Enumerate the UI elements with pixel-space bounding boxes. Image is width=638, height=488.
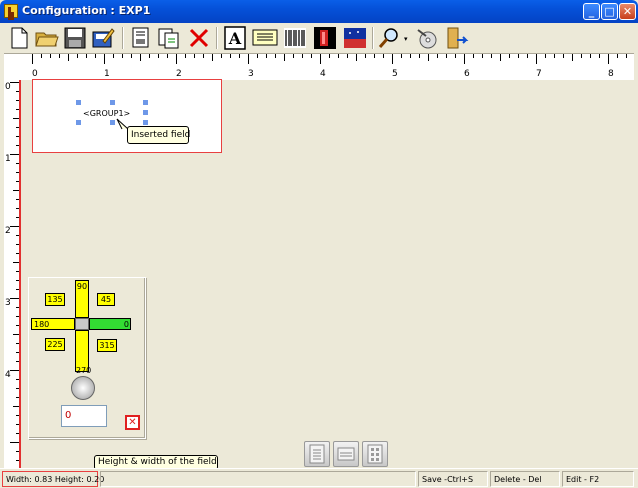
- toolbar-separator: [372, 27, 373, 49]
- exit-button[interactable]: [444, 25, 470, 51]
- ruler-label: 0: [32, 69, 38, 79]
- landscape-icon: [344, 28, 366, 48]
- rotate-270-button[interactable]: 270: [75, 330, 91, 375]
- page-lines-icon: [309, 444, 325, 464]
- inserted-field-tooltip: Inserted field: [127, 126, 190, 144]
- print-config-button[interactable]: [90, 25, 116, 51]
- red-x-icon: [189, 28, 209, 48]
- new-file-icon: [11, 27, 28, 49]
- zoom-button[interactable]: [376, 25, 402, 51]
- rotation-value-input[interactable]: 0: [61, 405, 107, 427]
- floppy-disk-icon: [64, 27, 86, 49]
- selection-handle[interactable]: [110, 120, 115, 125]
- tools-button[interactable]: [414, 25, 440, 51]
- rotate-180-button[interactable]: 180: [31, 318, 75, 330]
- ruler-label: 1: [5, 154, 11, 164]
- status-save: Save -Ctrl+S: [418, 471, 488, 487]
- ruler-label: 2: [176, 69, 182, 79]
- title-bar: Configuration : EXP1 _ □ ✕: [0, 0, 638, 23]
- delete-button[interactable]: [186, 25, 212, 51]
- margin-line: [19, 80, 21, 472]
- close-rotation-icon[interactable]: ✕: [125, 415, 140, 430]
- ruler-label: 0: [5, 82, 11, 92]
- ruler-label: 8: [608, 69, 614, 79]
- cd-disc-icon: [417, 29, 437, 49]
- selection-handle[interactable]: [143, 100, 148, 105]
- status-bar: Width: 0.83 Height: 0.20 Save -Ctrl+S De…: [0, 468, 638, 488]
- view-grid-button[interactable]: [362, 441, 388, 467]
- selection-handle[interactable]: [76, 120, 81, 125]
- rotate-315-button[interactable]: 315: [97, 339, 117, 352]
- copy-button[interactable]: [156, 25, 182, 51]
- barcode-field-button[interactable]: [282, 25, 308, 51]
- barcode-icon: [284, 28, 306, 48]
- status-delete: Delete - Del: [490, 471, 560, 487]
- exit-door-icon: [447, 27, 469, 49]
- ruler-label: 5: [392, 69, 398, 79]
- new-file-button[interactable]: [6, 25, 32, 51]
- zoom-dropdown-arrow-icon[interactable]: ▾: [404, 35, 408, 43]
- text-field-button[interactable]: A: [222, 25, 248, 51]
- ruler-label: 4: [320, 69, 326, 79]
- image-field-button[interactable]: [312, 25, 338, 51]
- view-label-button[interactable]: [333, 441, 359, 467]
- rotate-45-button[interactable]: 45: [97, 293, 115, 306]
- rotate-225-button[interactable]: 225: [45, 338, 65, 351]
- ruler-label: 3: [248, 69, 254, 79]
- window-title: Configuration : EXP1: [22, 4, 151, 17]
- magnifier-icon: [378, 28, 398, 48]
- save-button[interactable]: [62, 25, 88, 51]
- app-icon: [4, 4, 18, 18]
- close-button[interactable]: ✕: [619, 3, 636, 20]
- graphic-field-button[interactable]: [342, 25, 368, 51]
- disk-edit-icon: [92, 28, 115, 48]
- image-icon: [314, 27, 336, 49]
- ruler-label: 3: [5, 298, 11, 308]
- rotation-panel: 90 270 180 0 135 45 225 315 0 ✕: [28, 277, 146, 439]
- status-edit: Edit - F2: [562, 471, 634, 487]
- svg-text:A: A: [228, 29, 242, 48]
- rotation-center: [75, 318, 89, 330]
- selection-handle[interactable]: [110, 100, 115, 105]
- rotation-knob-icon[interactable]: [71, 376, 95, 400]
- horizontal-ruler: 0 1 2 3 4 5 6 7 8: [4, 54, 634, 81]
- label-icon: [337, 447, 355, 461]
- group-field[interactable]: <GROUP1>: [83, 109, 130, 118]
- text-a-icon: A: [224, 26, 246, 50]
- ruler-label: 1: [104, 69, 110, 79]
- selection-handle[interactable]: [76, 100, 81, 105]
- toolbar-separator: [216, 27, 217, 49]
- ruler-label: 2: [5, 226, 11, 236]
- rotate-90-button[interactable]: 90: [75, 280, 89, 318]
- paragraph-field-button[interactable]: [252, 25, 278, 51]
- minimize-button[interactable]: _: [583, 3, 600, 20]
- ruler-label: 6: [464, 69, 470, 79]
- folder-open-icon: [35, 32, 59, 47]
- ruler-label: 7: [536, 69, 542, 79]
- copy-pages-icon: [158, 28, 179, 49]
- maximize-button[interactable]: □: [601, 3, 618, 20]
- rotate-0-button[interactable]: 0: [89, 318, 131, 330]
- toolbar-separator: [122, 27, 123, 49]
- open-file-button[interactable]: [34, 25, 60, 51]
- ruler-label: 4: [5, 370, 11, 380]
- rotate-135-button[interactable]: 135: [45, 293, 65, 306]
- text-block-icon: [252, 29, 278, 46]
- view-page-button[interactable]: [304, 441, 330, 467]
- grid-icon: [367, 444, 383, 464]
- selection-handle[interactable]: [143, 120, 148, 125]
- page-icon: [132, 27, 149, 48]
- selection-handle[interactable]: [143, 110, 148, 115]
- toolbar: A ▾: [4, 23, 634, 54]
- status-empty: [100, 471, 416, 487]
- page-setup-button[interactable]: [128, 25, 154, 51]
- status-size: Width: 0.83 Height: 0.20: [2, 471, 104, 487]
